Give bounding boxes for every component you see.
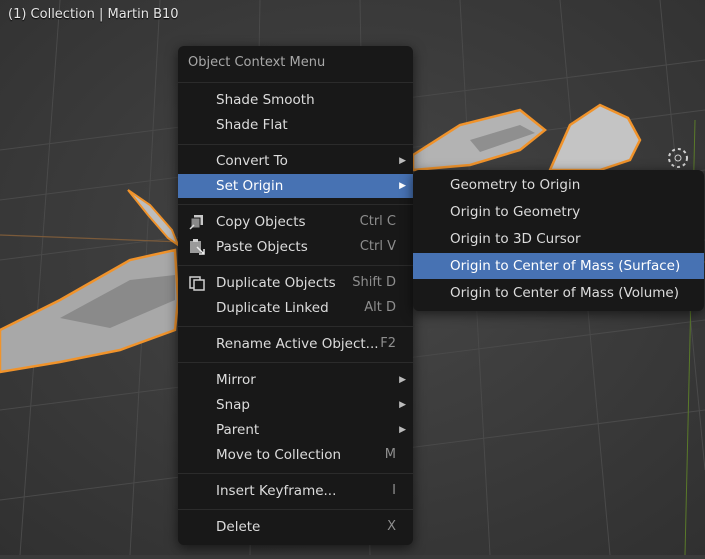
menu-header: Object Context Menu: [188, 55, 326, 70]
menu-separator: [178, 204, 413, 205]
submenu-arrow-icon: ▶: [399, 375, 406, 385]
menu-item-copy-objects[interactable]: Copy Objects Ctrl C: [178, 210, 413, 234]
viewport-title: (1) Collection | Martin B10: [8, 7, 179, 22]
menu-separator: [178, 362, 413, 363]
menu-item-shade-smooth[interactable]: Shade Smooth: [178, 88, 413, 112]
menu-separator: [178, 509, 413, 510]
menu-item-shade-flat[interactable]: Shade Flat: [178, 113, 413, 137]
submenu-item-origin-to-geometry[interactable]: Origin to Geometry: [413, 199, 704, 225]
submenu-arrow-icon: ▶: [399, 181, 406, 191]
menu-item-delete[interactable]: Delete X: [178, 515, 413, 539]
set-origin-submenu: Geometry to Origin Origin to Geometry Or…: [413, 170, 704, 311]
submenu-arrow-icon: ▶: [399, 425, 406, 435]
menu-separator: [178, 82, 413, 83]
menu-item-convert-to[interactable]: Convert To ▶: [178, 149, 413, 173]
paste-icon: [190, 239, 205, 255]
menu-item-insert-keyframe[interactable]: Insert Keyframe... I: [178, 479, 413, 503]
menu-item-parent[interactable]: Parent ▶: [178, 418, 413, 442]
menu-separator: [178, 473, 413, 474]
menu-item-duplicate-objects[interactable]: Duplicate Objects Shift D: [178, 271, 413, 295]
menu-item-set-origin[interactable]: Set Origin ▶: [178, 174, 413, 198]
submenu-arrow-icon: ▶: [399, 400, 406, 410]
menu-item-rename-active-object[interactable]: Rename Active Object... F2: [178, 332, 413, 356]
submenu-item-origin-to-center-of-mass-surface[interactable]: Origin to Center of Mass (Surface): [413, 253, 704, 279]
menu-item-mirror[interactable]: Mirror ▶: [178, 368, 413, 392]
menu-item-move-to-collection[interactable]: Move to Collection M: [178, 443, 413, 467]
menu-separator: [178, 144, 413, 145]
submenu-item-origin-to-3d-cursor[interactable]: Origin to 3D Cursor: [413, 226, 704, 252]
menu-separator: [178, 326, 413, 327]
submenu-item-origin-to-center-of-mass-volume[interactable]: Origin to Center of Mass (Volume): [413, 280, 704, 306]
menu-item-snap[interactable]: Snap ▶: [178, 393, 413, 417]
submenu-arrow-icon: ▶: [399, 156, 406, 166]
menu-item-paste-objects[interactable]: Paste Objects Ctrl V: [178, 235, 413, 259]
duplicate-icon: [189, 276, 205, 291]
submenu-item-geometry-to-origin[interactable]: Geometry to Origin: [413, 172, 704, 198]
menu-separator: [178, 265, 413, 266]
object-context-menu: Object Context Menu Shade Smooth Shade F…: [178, 46, 413, 545]
copy-icon: [189, 215, 203, 230]
menu-item-duplicate-linked[interactable]: Duplicate Linked Alt D: [178, 296, 413, 320]
